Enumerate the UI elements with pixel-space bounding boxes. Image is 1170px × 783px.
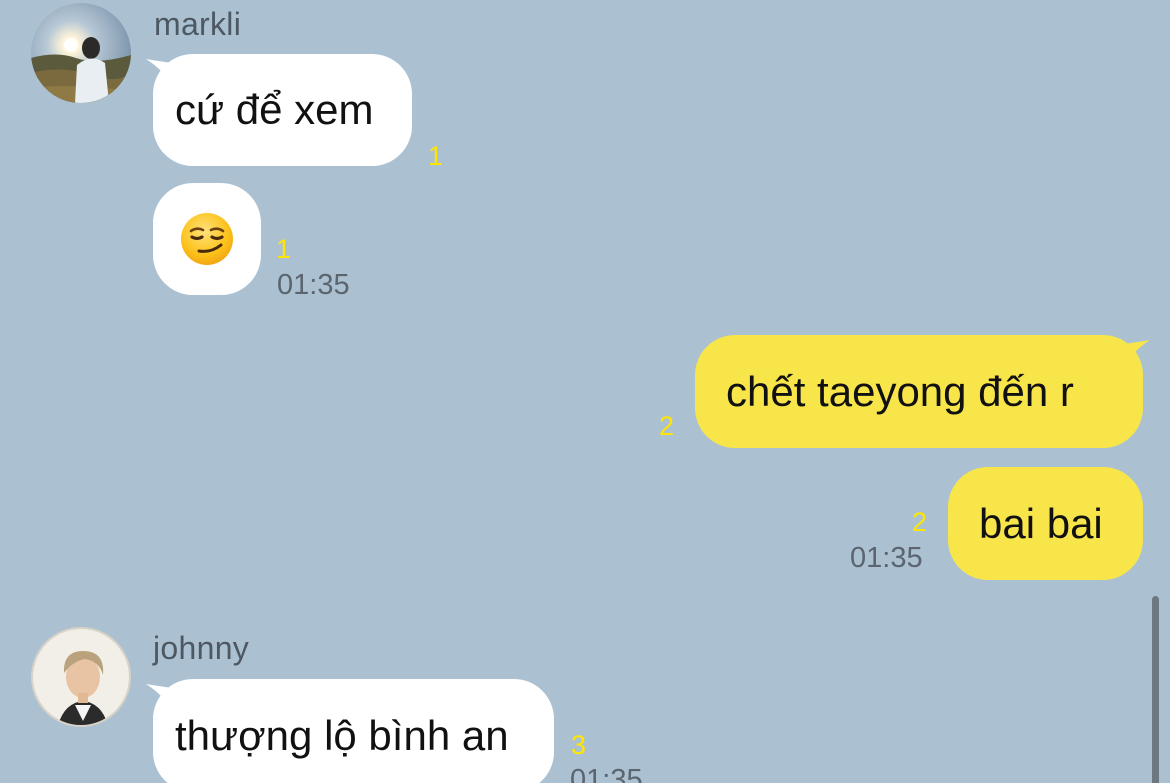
avatar-photo-sunset bbox=[31, 3, 131, 103]
message-text: cứ để xem bbox=[175, 86, 374, 133]
sender-name: johnny bbox=[153, 630, 250, 666]
message-time: 01:35 bbox=[570, 764, 643, 783]
message-time: 01:35 bbox=[277, 269, 350, 301]
unread-count: 2 bbox=[912, 507, 928, 537]
message-text: chết taeyong đến r bbox=[726, 367, 1074, 415]
message-bubble[interactable]: bai bai bbox=[948, 467, 1143, 580]
message-time: 01:35 bbox=[850, 542, 923, 574]
unread-count: 1 bbox=[276, 234, 292, 264]
unread-count: 1 bbox=[428, 141, 444, 171]
markli-avatar[interactable] bbox=[31, 3, 131, 103]
smirking-face-icon bbox=[181, 213, 233, 265]
scrollbar[interactable] bbox=[1152, 596, 1159, 783]
message-text: bai bai bbox=[979, 499, 1103, 547]
avatar-photo-portrait bbox=[33, 629, 129, 725]
message-bubble[interactable]: cứ để xem bbox=[153, 54, 412, 166]
chat-thread[interactable]: markli cứ để xem 1 1 01:35 chết taeyong … bbox=[0, 0, 1170, 783]
message-bubble[interactable]: chết taeyong đến r bbox=[695, 335, 1143, 448]
message-text: thượng lộ bình an bbox=[175, 711, 509, 759]
message-bubble[interactable]: thượng lộ bình an bbox=[153, 679, 554, 783]
emoji-bubble[interactable] bbox=[153, 183, 261, 295]
unread-count: 3 bbox=[571, 730, 587, 760]
unread-count: 2 bbox=[659, 411, 675, 441]
sender-name: markli bbox=[154, 6, 242, 42]
johnny-avatar[interactable] bbox=[31, 627, 131, 727]
